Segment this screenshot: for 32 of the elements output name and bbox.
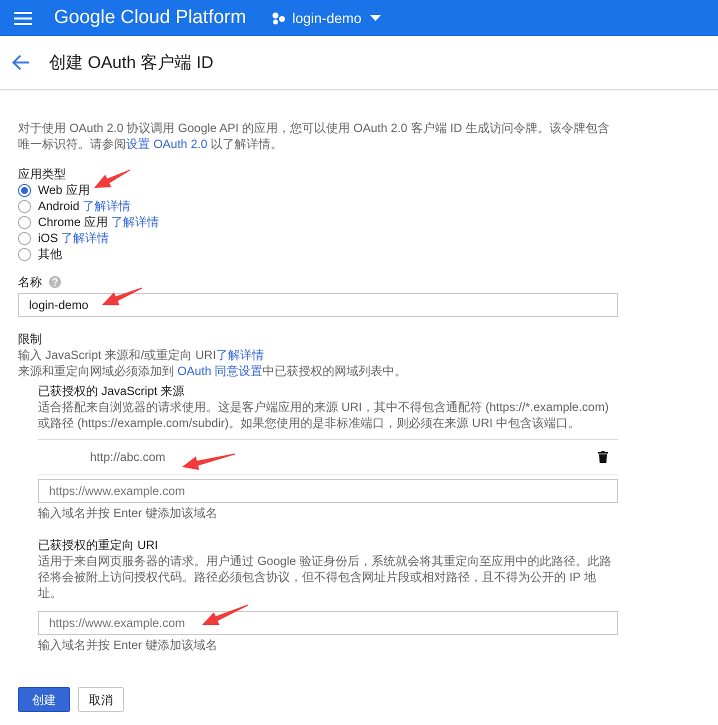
description-text: 适用于来自网页服务器的请求。用户通过 Google 验证身份后，系统就会将其重定向至应用中的此路径。此路径将会被附上访问授权代码。路径必须包含协议，但不得包含网址片段或相对路径，且不得为公开的 IP 地址。: [38, 553, 612, 601]
uri-field[interactable]: https://www.example.com: [38, 611, 618, 635]
project-selector[interactable]: login-demo: [272, 10, 382, 26]
cancel-button[interactable]: 取消: [78, 687, 124, 712]
learn-more-link[interactable]: 了解详情: [61, 230, 110, 246]
hint-text: 输入 JavaScript 来源和/或重定向 URI了解详情: [18, 347, 266, 363]
uri-field[interactable]: https://www.example.com: [38, 479, 618, 503]
help-text: 输入域名并按 Enter 键添加该域名: [38, 637, 218, 653]
note-text: 来源和重定向网域必须添加到 OAuth 同意设置中已获授权的网域列表中。: [18, 363, 408, 379]
learn-more-link[interactable]: 了解详情: [111, 214, 160, 230]
origin-entry: http://abc.com: [90, 449, 166, 465]
radio-label: 其他: [38, 246, 62, 262]
radio-label: Android: [38, 198, 80, 214]
subsection-title: 已获授权的重定向 URI: [38, 537, 159, 553]
learn-more-link[interactable]: 了解详情: [216, 348, 264, 362]
radio-label: iOS: [38, 230, 58, 246]
create-button[interactable]: 创建: [18, 687, 70, 712]
subsection-title: 已获授权的 JavaScript 来源: [38, 383, 186, 399]
radio-label: Web 应用: [38, 182, 90, 198]
consent-settings-link[interactable]: OAuth 同意设置: [177, 364, 263, 378]
field-label: 名称: [18, 274, 42, 290]
section-label: 限制: [18, 331, 43, 347]
help-text: 输入域名并按 Enter 键添加该域名: [38, 505, 218, 521]
setup-link[interactable]: 设置 OAuth 2.0: [126, 137, 208, 151]
name-field[interactable]: login-demo: [18, 293, 618, 317]
field-label: 应用类型: [18, 166, 66, 182]
description-text: 适合搭配来自浏览器的请求使用。这是客户端应用的来源 URI，其中不得包含通配符 (https://*.example.com) 或路径 (https://example.com/subdir)。如果您使用的是非标准端口，则必须在来源 URI 中包含该端口。: [38, 399, 610, 431]
page-title: 创建 OAuth 客户端 ID: [49, 54, 214, 70]
intro-text: 对于使用 OAuth 2.0 协议调用 Google API 的应用，您可以使用 OAuth 2.0 客户端 ID 生成访问令牌。该令牌包含唯一标识符。请参阅设置 OAuth 2.0 以了解详情。: [18, 120, 610, 152]
app-title: Google Cloud Platform: [54, 10, 246, 26]
radio-label: Chrome 应用: [38, 214, 108, 230]
learn-more-link[interactable]: 了解详情: [82, 198, 130, 214]
